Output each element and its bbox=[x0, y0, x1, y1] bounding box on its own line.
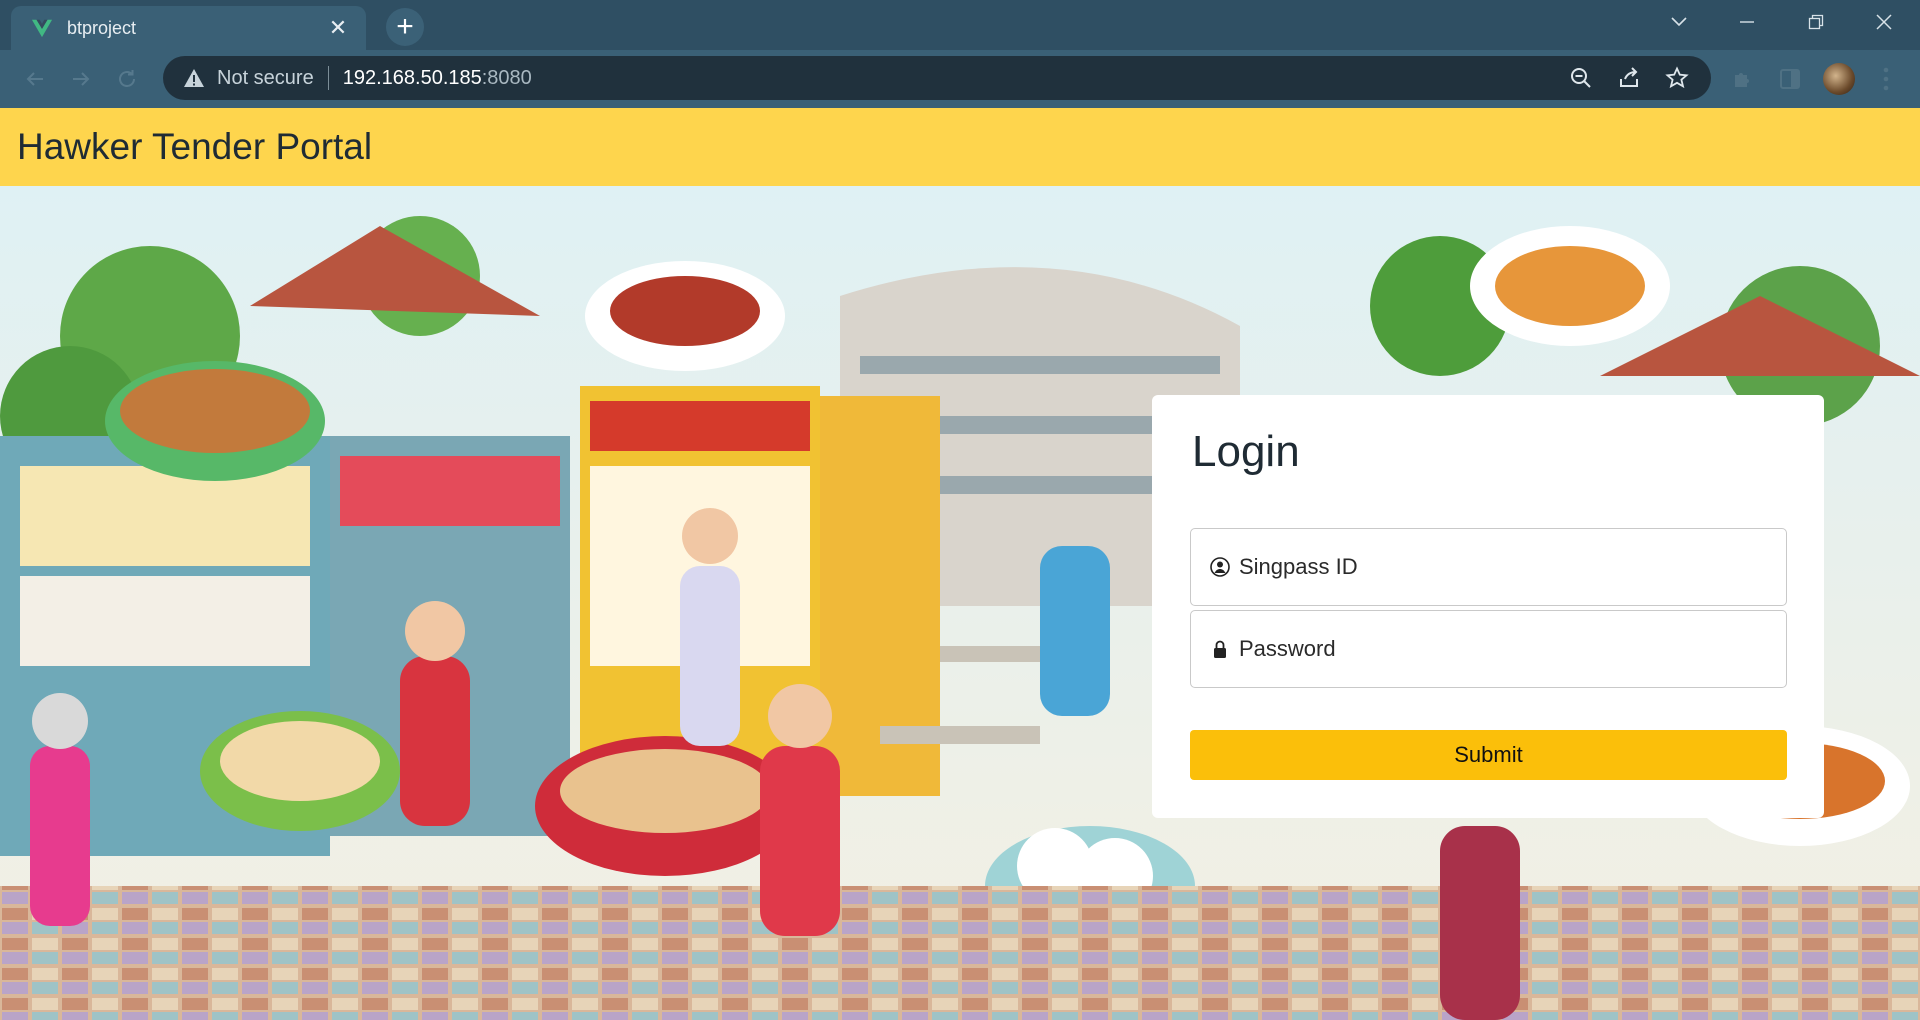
browser-tab-strip: btproject ✕ + bbox=[0, 0, 1920, 50]
address-bar[interactable]: Not secure 192.168.50.185:8080 bbox=[163, 56, 1711, 100]
warning-icon bbox=[184, 69, 204, 87]
address-separator bbox=[327, 66, 329, 90]
login-card: Login Submit bbox=[1152, 395, 1824, 818]
user-circle-icon bbox=[1210, 557, 1230, 577]
not-secure-label[interactable]: Not secure bbox=[217, 67, 314, 90]
restore-button[interactable] bbox=[1785, 0, 1847, 44]
bookmark-star-icon[interactable] bbox=[1663, 64, 1691, 92]
address-bar-actions bbox=[1567, 64, 1691, 92]
password-field[interactable] bbox=[1190, 610, 1787, 688]
browser-toolbar: Not secure 192.168.50.185:8080 bbox=[0, 50, 1920, 108]
url-port: :8080 bbox=[481, 66, 532, 89]
tab-search-icon[interactable] bbox=[1648, 0, 1710, 44]
submit-button[interactable]: Submit bbox=[1190, 730, 1787, 780]
new-tab-button[interactable]: + bbox=[386, 8, 424, 46]
share-icon[interactable] bbox=[1615, 64, 1643, 92]
extensions-puzzle-icon[interactable] bbox=[1728, 64, 1758, 94]
app-title: Hawker Tender Portal bbox=[17, 126, 373, 167]
close-window-button[interactable] bbox=[1853, 0, 1915, 44]
lock-icon bbox=[1214, 640, 1226, 658]
password-input[interactable] bbox=[1237, 635, 1781, 663]
back-arrow-icon[interactable] bbox=[18, 62, 52, 96]
app-header: Hawker Tender Portal bbox=[0, 108, 1920, 186]
browser-tab[interactable]: btproject ✕ bbox=[11, 6, 366, 50]
vue-logo-icon bbox=[31, 19, 53, 38]
browser-menu-icon[interactable] bbox=[1876, 64, 1896, 94]
tab-close-icon[interactable]: ✕ bbox=[324, 15, 352, 41]
zoom-out-icon[interactable] bbox=[1567, 64, 1595, 92]
profile-avatar[interactable] bbox=[1823, 63, 1855, 95]
web-page: Hawker Tender Portal Login Singpass ID S… bbox=[0, 108, 1920, 1020]
minimize-button[interactable] bbox=[1716, 0, 1778, 44]
login-heading: Login bbox=[1192, 427, 1300, 476]
url-host: 192.168.50.185 bbox=[342, 66, 482, 89]
singpass-id-field[interactable] bbox=[1190, 528, 1787, 606]
singpass-id-input[interactable] bbox=[1237, 553, 1781, 581]
reload-icon[interactable] bbox=[110, 62, 144, 96]
side-panel-icon[interactable] bbox=[1775, 64, 1805, 94]
forward-arrow-icon[interactable] bbox=[64, 62, 98, 96]
tab-title: btproject bbox=[67, 17, 137, 38]
